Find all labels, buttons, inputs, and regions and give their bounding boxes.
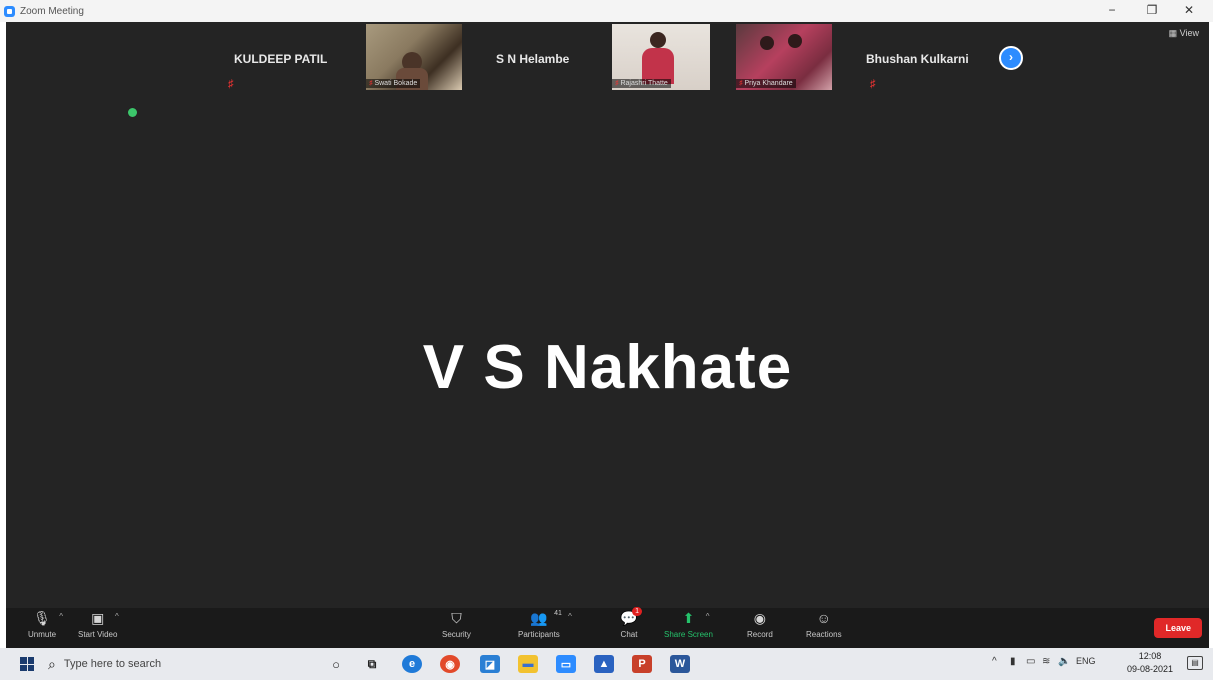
record-button[interactable]: ◉ Record xyxy=(747,609,773,640)
participant-name: S N Helambe xyxy=(496,52,570,66)
title-bar: Zoom Meeting − ❐ ✕ xyxy=(0,0,1213,22)
share-screen-label: Share Screen xyxy=(664,630,713,639)
video-name-label: ♯ Swati Bokade xyxy=(366,79,421,88)
chat-button[interactable]: 💬 1 Chat xyxy=(620,607,642,639)
person-silhouette xyxy=(650,32,666,48)
cortana-icon[interactable]: ○ xyxy=(326,655,346,673)
language-indicator[interactable]: ENG xyxy=(1076,656,1096,666)
task-view-icon[interactable]: ⧉ xyxy=(362,655,382,673)
leave-button[interactable]: Leave xyxy=(1154,618,1202,638)
wifi-icon[interactable]: ≋ xyxy=(1042,656,1050,667)
usb-icon[interactable]: ▮ xyxy=(1010,656,1016,667)
meeting-area: KULDEEP PATIL ♯ ♯ Swati Bokade S N Helam… xyxy=(6,22,1209,648)
active-speaker-name: V S Nakhate xyxy=(422,333,793,402)
participant-video[interactable]: ♯ Priya Khandare xyxy=(736,24,832,90)
security-button[interactable]: ⛉ Security xyxy=(442,609,471,640)
people-icon: 👥 41 ^ xyxy=(530,609,572,626)
edge-browser-icon[interactable]: e xyxy=(402,655,422,673)
share-screen-button[interactable]: ⬆ ^ Share Screen xyxy=(664,609,713,640)
participants-button[interactable]: 👥 41 ^ Participants xyxy=(518,609,572,640)
taskbar-clock[interactable]: 12:08 09-08-2021 xyxy=(1127,650,1173,676)
participant-name: Priya Khandare xyxy=(744,80,793,87)
close-button[interactable]: ✕ xyxy=(1172,0,1206,22)
window-title: Zoom Meeting xyxy=(20,5,84,17)
participants-count: 41 xyxy=(554,610,562,617)
participants-label: Participants xyxy=(518,630,560,639)
video-name-label: ♯ Rajashri Thatte xyxy=(612,79,671,88)
video-camera-off-icon: ▣ ^ xyxy=(91,609,119,626)
zoom-logo-icon xyxy=(4,5,15,17)
chat-label: Chat xyxy=(620,630,638,639)
chevron-up-icon: ^ xyxy=(705,612,710,621)
chevron-up-icon[interactable]: ^ xyxy=(992,656,997,667)
zoom-app: Zoom Meeting − ❐ ✕ KULDEEP PATIL ♯ ♯ Swa… xyxy=(0,0,1213,680)
participant-video[interactable]: ♯ Swati Bokade xyxy=(366,24,462,90)
photos-app-icon[interactable]: ▲ xyxy=(594,655,614,673)
muted-mic-icon: ♯ xyxy=(228,78,234,90)
search-icon: ⌕ xyxy=(48,655,56,672)
next-page-button[interactable]: › xyxy=(999,46,1023,70)
unmute-button[interactable]: 🎙 ^ Unmute xyxy=(28,609,63,640)
participant-strip: KULDEEP PATIL ♯ ♯ Swati Bokade S N Helam… xyxy=(6,22,1209,94)
participant-name: Bhushan Kulkarni xyxy=(866,52,969,66)
notification-icon[interactable]: ▤ xyxy=(1187,656,1203,670)
powerpoint-icon[interactable]: P xyxy=(632,655,652,673)
shield-icon: ⛉ xyxy=(451,609,462,626)
person-silhouette xyxy=(788,34,802,48)
word-icon[interactable]: W xyxy=(670,655,690,673)
person-silhouette xyxy=(760,36,774,50)
windows-start-icon[interactable] xyxy=(20,657,34,671)
participant-name: Rajashri Thatte xyxy=(620,80,668,87)
connection-status-dot xyxy=(128,108,137,117)
unmute-label: Unmute xyxy=(28,630,57,639)
video-name-label: ♯ Priya Khandare xyxy=(736,79,796,88)
chat-bubble-icon: 💬 1 xyxy=(620,607,642,626)
view-label: View xyxy=(1179,28,1199,38)
maximize-button[interactable]: ❐ xyxy=(1135,0,1169,22)
chevron-right-icon: › xyxy=(1009,50,1013,64)
participant-tile[interactable]: Bhushan Kulkarni ♯ xyxy=(856,22,996,94)
participant-tile[interactable]: S N Helambe xyxy=(496,22,606,94)
clock-time: 12:08 xyxy=(1138,651,1162,661)
chevron-up-icon: ^ xyxy=(568,612,572,621)
start-video-button[interactable]: ▣ ^ Start Video xyxy=(78,609,119,640)
battery-icon[interactable]: ▭ xyxy=(1026,656,1035,667)
chevron-up-icon: ^ xyxy=(114,612,119,621)
clock-date: 09-08-2021 xyxy=(1126,664,1173,674)
speaker-icon[interactable]: 🔈 xyxy=(1058,656,1070,667)
windows-taskbar: ⌕ Type here to search ○ ⧉ e ◉ ◪ ▬ ▭ ▲ P … xyxy=(0,648,1213,680)
taskbar-search-box[interactable]: ⌕ Type here to search xyxy=(48,651,318,677)
store-app-icon[interactable]: ◪ xyxy=(480,655,500,673)
muted-mic-icon: ♯ xyxy=(870,78,876,90)
chrome-browser-icon[interactable]: ◉ xyxy=(440,655,460,673)
participant-name: KULDEEP PATIL xyxy=(234,52,328,66)
participant-name: Swati Bokade xyxy=(374,80,418,87)
microphone-muted-icon: 🎙 ^ xyxy=(33,609,63,626)
participant-tile[interactable]: KULDEEP PATIL ♯ xyxy=(224,22,364,94)
meeting-control-bar: 🎙 ^ Unmute ▣ ^ Start Video ⛉ Security 👥 41 ^… xyxy=(6,607,1209,648)
grid-view-icon: ▦ xyxy=(1168,28,1180,38)
record-icon: ◉ xyxy=(753,609,766,626)
chevron-up-icon: ^ xyxy=(59,612,63,621)
search-placeholder: Type here to search xyxy=(63,658,162,670)
zoom-taskbar-icon[interactable]: ▭ xyxy=(556,655,576,673)
smiley-add-icon: ☺ xyxy=(816,610,831,626)
reactions-button[interactable]: ☺ Reactions xyxy=(806,610,842,639)
file-explorer-icon[interactable]: ▬ xyxy=(518,655,538,673)
view-button[interactable]: ▦ View xyxy=(1169,28,1199,39)
share-screen-icon: ⬆ ^ xyxy=(682,609,710,626)
reactions-label: Reactions xyxy=(806,630,842,639)
chat-badge: 1 xyxy=(632,607,642,616)
participant-video[interactable]: ♯ Rajashri Thatte xyxy=(612,24,710,90)
start-video-label: Start Video xyxy=(78,630,118,639)
security-label: Security xyxy=(442,630,471,639)
minimize-button[interactable]: − xyxy=(1095,0,1129,22)
record-label: Record xyxy=(747,630,773,639)
